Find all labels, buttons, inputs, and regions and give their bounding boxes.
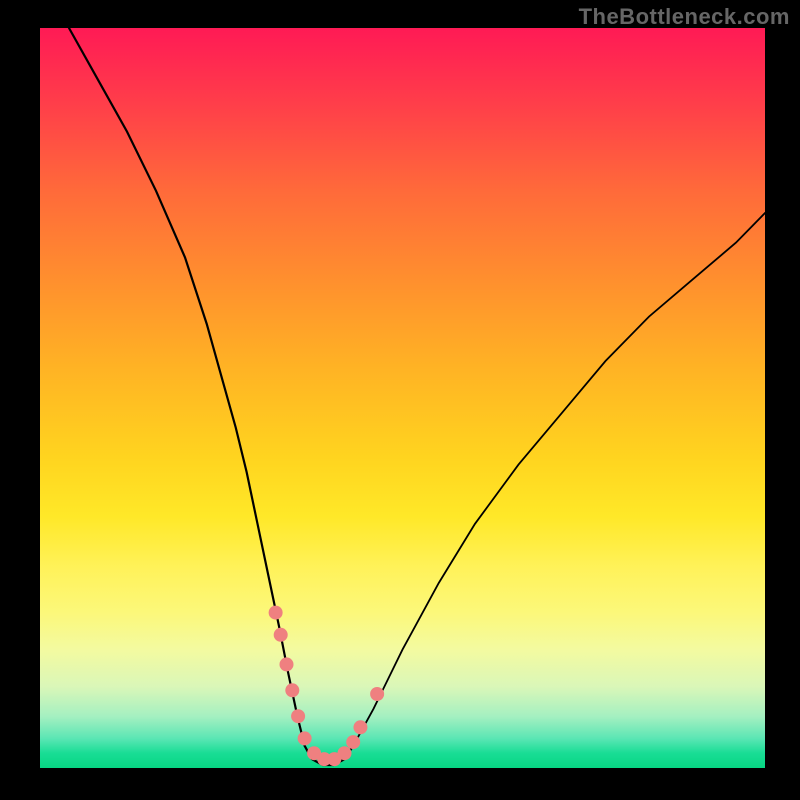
highlight-dot bbox=[280, 657, 294, 671]
highlight-dot bbox=[291, 709, 305, 723]
left-curve bbox=[69, 28, 305, 746]
highlight-dots bbox=[269, 606, 385, 767]
highlight-dot bbox=[346, 735, 360, 749]
curve-overlay bbox=[40, 28, 765, 768]
plot-area bbox=[40, 28, 765, 768]
highlight-dot bbox=[353, 720, 367, 734]
highlight-dot bbox=[274, 628, 288, 642]
highlight-dot bbox=[298, 731, 312, 745]
highlight-dot bbox=[370, 687, 384, 701]
chart-frame: TheBottleneck.com bbox=[0, 0, 800, 800]
right-curve bbox=[353, 213, 765, 746]
highlight-dot bbox=[285, 683, 299, 697]
watermark-text: TheBottleneck.com bbox=[579, 4, 790, 30]
highlight-dot bbox=[269, 606, 283, 620]
highlight-dot bbox=[338, 746, 352, 760]
